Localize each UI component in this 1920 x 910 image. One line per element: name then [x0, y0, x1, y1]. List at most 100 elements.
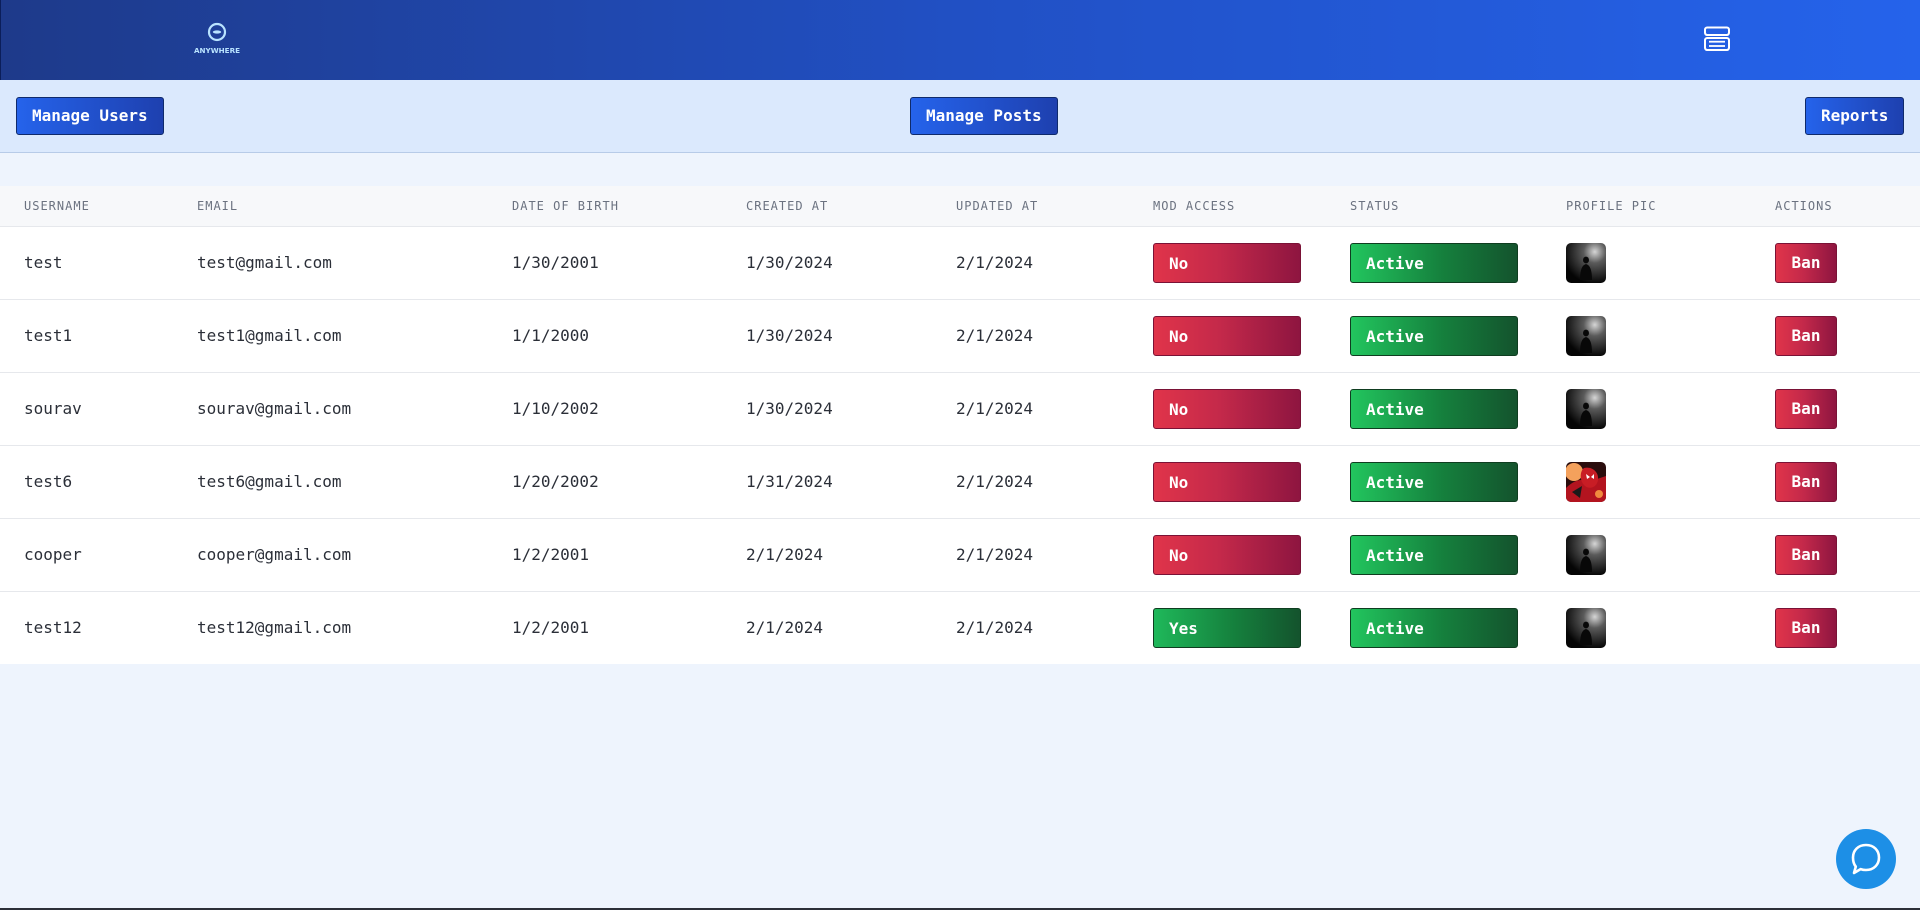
dark-figure-avatar[interactable]: [1566, 534, 1606, 575]
mod-access-cell: No: [1129, 445, 1326, 519]
col-actions: ACTIONS: [1751, 186, 1920, 227]
username-cell: sourav: [0, 372, 173, 446]
status-badge[interactable]: Active: [1350, 242, 1518, 283]
manage-users-button[interactable]: Manage Users: [16, 97, 164, 135]
email-cell: test@gmail.com: [173, 226, 488, 300]
col-profile-pic: PROFILE PIC: [1542, 186, 1751, 227]
dob-cell: 1/2/2001: [488, 518, 722, 592]
server-menu-icon[interactable]: [1703, 26, 1731, 52]
status-cell: Active: [1326, 445, 1542, 519]
chat-bubble-icon: [1851, 843, 1881, 875]
username-cell: test1: [0, 299, 173, 373]
username-cell: cooper: [0, 518, 173, 592]
mod-access-toggle[interactable]: No: [1153, 534, 1301, 575]
mod-access-toggle[interactable]: No: [1153, 388, 1301, 429]
profile-pic-cell: [1542, 518, 1751, 592]
email-cell: cooper@gmail.com: [173, 518, 488, 592]
col-status: STATUS: [1326, 186, 1542, 227]
profile-pic-cell: [1542, 445, 1751, 519]
created-at-cell: 1/30/2024: [722, 299, 932, 373]
status-badge[interactable]: Active: [1350, 534, 1518, 575]
dark-figure-avatar[interactable]: [1566, 315, 1606, 356]
mod-access-cell: No: [1129, 299, 1326, 373]
username-cell: test12: [24, 618, 82, 638]
username-cell: test6: [0, 445, 173, 519]
username-cell: test: [0, 226, 173, 300]
status-cell: Active: [1326, 372, 1542, 446]
created-at-cell: 1/30/2024: [722, 372, 932, 446]
chat-widget-button[interactable]: [1836, 829, 1896, 889]
col-date-of-birth: DATE OF BIRTH: [488, 186, 722, 227]
mod-access-toggle[interactable]: No: [1153, 315, 1301, 356]
updated-at-cell: 2/1/2024: [932, 226, 1129, 300]
actions-cell: Ban: [1751, 372, 1920, 446]
manage-posts-button[interactable]: Manage Posts: [910, 97, 1058, 135]
profile-pic-cell: [1542, 591, 1751, 664]
table-row: cooper cooper@gmail.com 1/2/2001 2/1/202…: [0, 518, 1920, 592]
table-row: test12 test12@gmail.com 1/2/2001 2/1/202…: [0, 591, 1920, 664]
updated-at-cell: 2/1/2024: [932, 445, 1129, 519]
spiderman-avatar[interactable]: [1566, 461, 1606, 502]
created-at-cell: 1/30/2024: [722, 226, 932, 300]
logo-text: ANYWHERE: [194, 46, 240, 55]
updated-at-cell: 2/1/2024: [956, 618, 1034, 638]
actions-cell: Ban: [1751, 445, 1920, 519]
created-at-cell: 2/1/2024: [746, 618, 824, 638]
mod-access-cell: No: [1129, 226, 1326, 300]
top-navbar: ANYWHERE: [0, 0, 1920, 80]
status-cell: Active: [1326, 518, 1542, 592]
dob-cell: 1/1/2000: [488, 299, 722, 373]
mod-access-cell: Yes: [1129, 591, 1326, 664]
dark-figure-avatar[interactable]: [1566, 388, 1606, 429]
col-username: USERNAME: [0, 186, 173, 227]
ban-button[interactable]: Ban: [1775, 461, 1837, 502]
updated-at-cell: 2/1/2024: [932, 518, 1129, 592]
dob-cell: 1/10/2002: [488, 372, 722, 446]
updated-at-cell: 2/1/2024: [932, 299, 1129, 373]
admin-toolbar: Manage Users Manage Posts Reports: [0, 80, 1920, 153]
table-row: sourav sourav@gmail.com 1/10/2002 1/30/2…: [0, 372, 1920, 446]
col-updated-at: UPDATED AT: [932, 186, 1129, 227]
updated-at-cell: 2/1/2024: [932, 372, 1129, 446]
profile-pic-cell: [1542, 372, 1751, 446]
table-header-row: USERNAME EMAIL DATE OF BIRTH CREATED AT …: [0, 186, 1920, 227]
actions-cell: Ban: [1751, 226, 1920, 300]
reports-button[interactable]: Reports: [1805, 97, 1905, 135]
table-row: test6 test6@gmail.com 1/20/2002 1/31/202…: [0, 445, 1920, 519]
col-mod-access: MOD ACCESS: [1129, 186, 1326, 227]
anywhere-logo[interactable]: ANYWHERE: [191, 20, 243, 56]
email-cell: sourav@gmail.com: [173, 372, 488, 446]
ban-button[interactable]: Ban: [1775, 388, 1837, 429]
email-cell: test1@gmail.com: [173, 299, 488, 373]
ban-button[interactable]: Ban: [1775, 315, 1837, 356]
dark-figure-avatar[interactable]: [1566, 607, 1606, 648]
mod-access-toggle[interactable]: No: [1153, 461, 1301, 502]
col-created-at: CREATED AT: [722, 186, 932, 227]
mod-access-cell: No: [1129, 372, 1326, 446]
table-row: test1 test1@gmail.com 1/1/2000 1/30/2024…: [0, 299, 1920, 373]
status-badge[interactable]: Active: [1350, 315, 1518, 356]
table-row: test test@gmail.com 1/30/2001 1/30/2024 …: [0, 226, 1920, 300]
actions-cell: Ban: [1751, 299, 1920, 373]
mod-access-toggle[interactable]: No: [1153, 242, 1301, 283]
email-cell: test12@gmail.com: [197, 618, 352, 638]
actions-cell: Ban: [1751, 591, 1920, 664]
status-cell: Active: [1326, 299, 1542, 373]
ban-button[interactable]: Ban: [1775, 242, 1837, 283]
created-at-cell: 1/31/2024: [722, 445, 932, 519]
status-cell: Active: [1326, 226, 1542, 300]
profile-pic-cell: [1542, 299, 1751, 373]
status-badge[interactable]: Active: [1350, 388, 1518, 429]
ban-button[interactable]: Ban: [1775, 534, 1837, 575]
email-cell: test6@gmail.com: [173, 445, 488, 519]
actions-cell: Ban: [1751, 518, 1920, 592]
created-at-cell: 2/1/2024: [722, 518, 932, 592]
status-badge[interactable]: Active: [1350, 461, 1518, 502]
dob-cell: 1/20/2002: [488, 445, 722, 519]
mod-access-toggle[interactable]: Yes: [1153, 607, 1301, 648]
dob-cell: 1/2/2001: [512, 618, 590, 638]
status-badge[interactable]: Active: [1350, 607, 1518, 648]
dark-figure-avatar[interactable]: [1566, 242, 1606, 283]
ban-button[interactable]: Ban: [1775, 607, 1837, 648]
col-email: EMAIL: [173, 186, 488, 227]
